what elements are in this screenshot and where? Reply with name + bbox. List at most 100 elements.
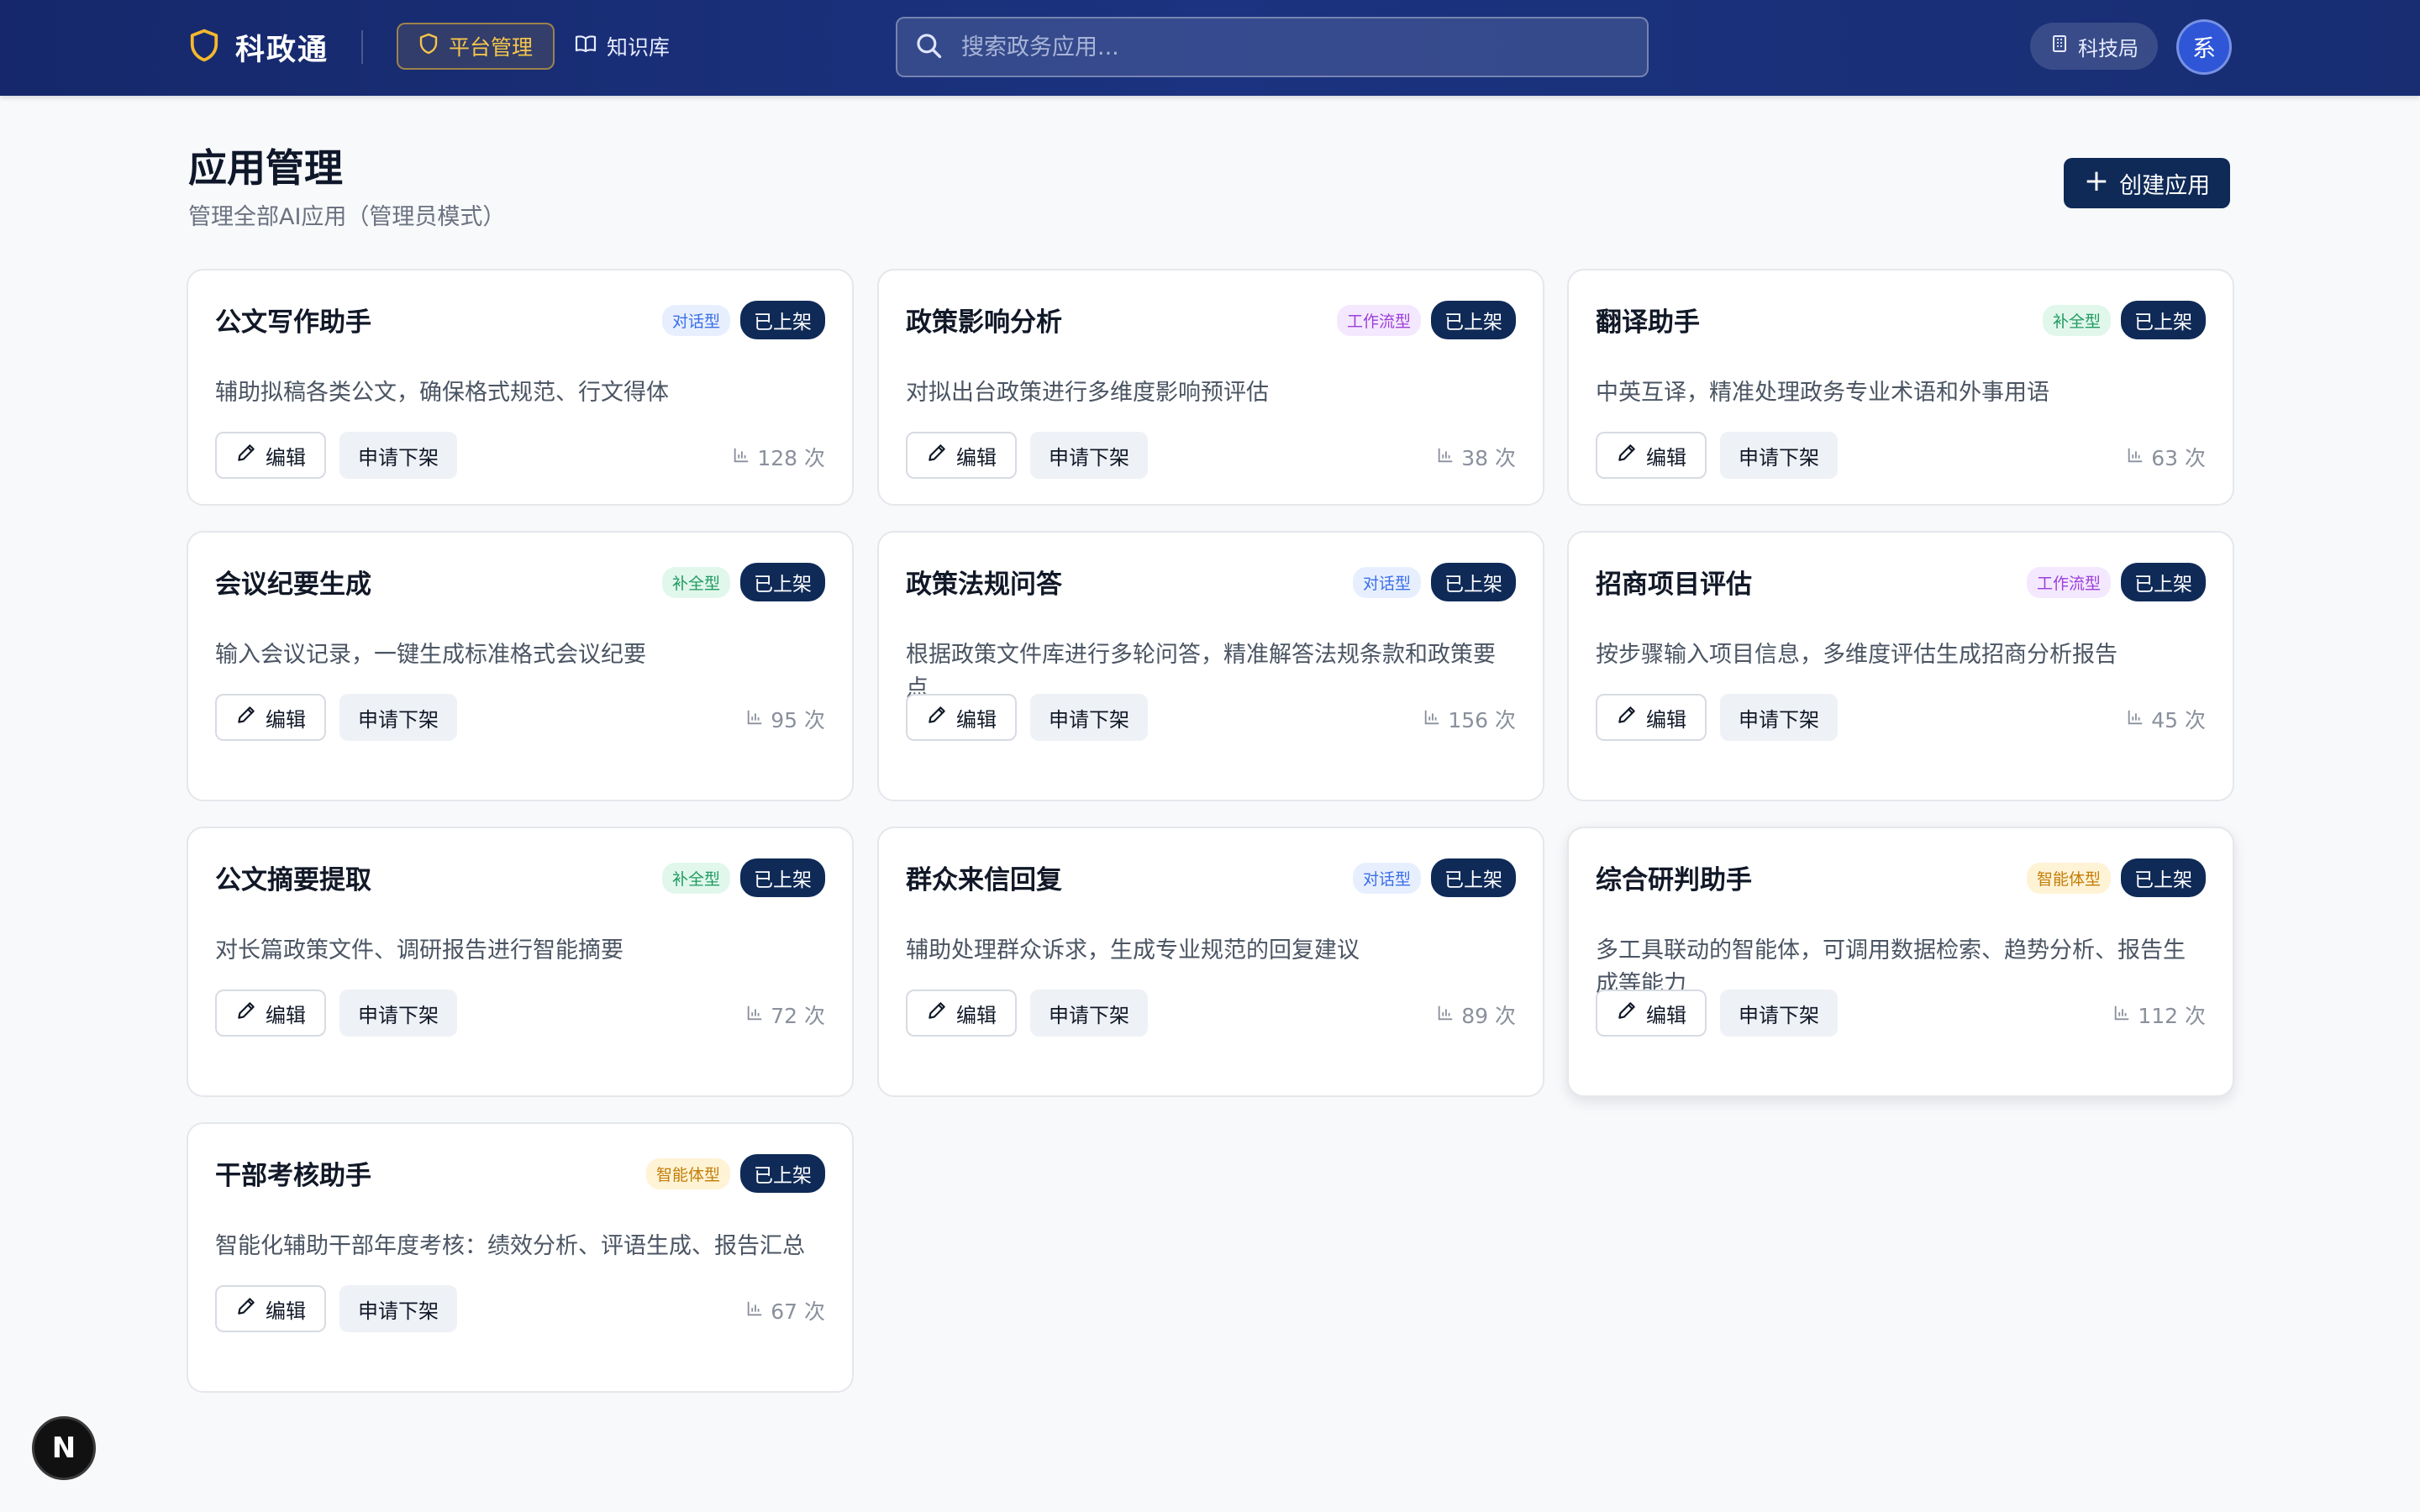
app-title: 干部考核助手 xyxy=(215,1161,371,1191)
usage-value: 95 次 xyxy=(771,708,825,732)
delist-label: 申请下架 xyxy=(1739,445,1819,470)
usage-count: 67 次 xyxy=(745,1295,825,1326)
status-badge: 已上架 xyxy=(1431,858,1516,897)
usage-value: 45 次 xyxy=(2151,708,2206,732)
bar-chart-icon xyxy=(2112,1003,2131,1027)
brand-logo[interactable]: 科政通 xyxy=(188,25,329,69)
bar-chart-icon xyxy=(2126,445,2144,470)
edit-button[interactable]: 编辑 xyxy=(906,694,1017,741)
card-actions: 编辑 申请下架 xyxy=(906,694,1148,741)
status-badge: 已上架 xyxy=(740,563,825,601)
edit-label: 编辑 xyxy=(956,707,997,732)
pencil-icon xyxy=(235,1000,257,1026)
edit-button[interactable]: 编辑 xyxy=(906,432,1017,479)
create-app-button[interactable]: + 创建应用 xyxy=(2064,158,2230,208)
request-delist-button[interactable]: 申请下架 xyxy=(1030,432,1148,479)
bar-chart-icon xyxy=(745,1003,764,1027)
type-badge: 智能体型 xyxy=(2026,862,2111,894)
edit-button[interactable]: 编辑 xyxy=(1596,990,1707,1037)
usage-value: 128 次 xyxy=(757,446,825,470)
search-input[interactable] xyxy=(961,34,1617,60)
type-badge: 补全型 xyxy=(2042,304,2111,336)
app-description: 辅助处理群众诉求，生成专业规范的回复建议 xyxy=(906,937,1360,963)
bar-chart-icon xyxy=(732,445,750,470)
pencil-icon xyxy=(1616,1000,1638,1026)
edit-button[interactable]: 编辑 xyxy=(906,990,1017,1037)
app-card[interactable]: 招商项目评估 工作流型 已上架 按步骤输入项目信息，多维度评估生成招商分析报告 编辑 申请… xyxy=(1567,531,2234,801)
edit-button[interactable]: 编辑 xyxy=(215,694,326,741)
pencil-icon xyxy=(926,442,948,469)
app-title: 综合研判助手 xyxy=(1596,865,1752,895)
pencil-icon xyxy=(235,442,257,469)
request-delist-button[interactable]: 申请下架 xyxy=(339,694,457,741)
bar-chart-icon xyxy=(745,1299,764,1323)
status-badge: 已上架 xyxy=(2121,563,2206,601)
app-card[interactable]: 公文摘要提取 补全型 已上架 对长篇政策文件、调研报告进行智能摘要 编辑 申请下架 72 次 xyxy=(187,827,854,1097)
delist-label: 申请下架 xyxy=(358,445,439,470)
app-title: 招商项目评估 xyxy=(1596,570,1752,600)
badge-group: 对话型 已上架 xyxy=(1352,563,1516,601)
request-delist-button[interactable]: 申请下架 xyxy=(339,432,457,479)
avatar[interactable]: 系 xyxy=(2176,19,2232,75)
edit-label: 编辑 xyxy=(956,1003,997,1027)
delist-label: 申请下架 xyxy=(358,1299,439,1323)
type-badge: 工作流型 xyxy=(2026,566,2111,598)
delist-label: 申请下架 xyxy=(1739,707,1819,732)
type-badge: 对话型 xyxy=(661,304,730,336)
type-badge: 对话型 xyxy=(1352,862,1421,894)
card-actions: 编辑 申请下架 xyxy=(1596,694,1838,741)
app-title: 群众来信回复 xyxy=(906,865,1062,895)
app-title: 会议纪要生成 xyxy=(215,570,371,600)
app-card[interactable]: 政策影响分析 工作流型 已上架 对拟出台政策进行多维度影响预评估 编辑 申请下架 38 次 xyxy=(877,269,1544,506)
card-actions: 编辑 申请下架 xyxy=(1596,432,1838,479)
status-badge: 已上架 xyxy=(2121,858,2206,897)
status-badge: 已上架 xyxy=(1431,301,1516,339)
edit-button[interactable]: 编辑 xyxy=(215,1285,326,1332)
app-card[interactable]: 政策法规问答 对话型 已上架 根据政策文件库进行多轮问答，精准解答法规条款和政策要点编… xyxy=(877,531,1544,801)
org-switcher[interactable]: 科技局 xyxy=(2030,23,2158,70)
nav-knowledge-base[interactable]: 知识库 xyxy=(575,23,670,70)
edit-button[interactable]: 编辑 xyxy=(215,990,326,1037)
app-card[interactable]: 群众来信回复 对话型 已上架 辅助处理群众诉求，生成专业规范的回复建议 编辑 申请下架 89… xyxy=(877,827,1544,1097)
type-badge: 智能体型 xyxy=(645,1158,730,1189)
request-delist-button[interactable]: 申请下架 xyxy=(1720,990,1838,1037)
request-delist-button[interactable]: 申请下架 xyxy=(339,1285,457,1332)
edit-button[interactable]: 编辑 xyxy=(215,432,326,479)
nav-divider xyxy=(361,30,363,64)
building-icon xyxy=(2049,34,2070,59)
delist-label: 申请下架 xyxy=(358,1003,439,1027)
book-icon xyxy=(575,34,597,59)
app-card[interactable]: 综合研判助手 智能体型 已上架 多工具联动的智能体，可调用数据检索、趋势分析、报告生成… xyxy=(1567,827,2234,1097)
badge-group: 补全型 已上架 xyxy=(2042,301,2206,339)
request-delist-button[interactable]: 申请下架 xyxy=(339,990,457,1037)
badge-group: 对话型 已上架 xyxy=(661,301,825,339)
usage-count: 112 次 xyxy=(2112,1000,2206,1030)
badge-group: 智能体型 已上架 xyxy=(2026,858,2206,897)
usage-value: 112 次 xyxy=(2138,1004,2206,1028)
request-delist-button[interactable]: 申请下架 xyxy=(1030,990,1148,1037)
request-delist-button[interactable]: 申请下架 xyxy=(1720,432,1838,479)
nav-label: 知识库 xyxy=(607,35,671,60)
card-actions: 编辑 申请下架 xyxy=(215,694,457,741)
app-card[interactable]: 翻译助手 补全型 已上架 中英互译，精准处理政务专业术语和外事用语 编辑 申请下架 63 次 xyxy=(1567,269,2234,506)
nav-platform-management[interactable]: 平台管理 xyxy=(397,23,555,70)
edit-button[interactable]: 编辑 xyxy=(1596,694,1707,741)
request-delist-button[interactable]: 申请下架 xyxy=(1720,694,1838,741)
plus-icon: + xyxy=(2083,164,2110,198)
shield-icon xyxy=(418,33,439,60)
usage-count: 128 次 xyxy=(732,442,825,472)
search-bar[interactable] xyxy=(896,17,1649,77)
app-description: 辅助拟稿各类公文，确保格式规范、行文得体 xyxy=(215,380,669,406)
edit-label: 编辑 xyxy=(1646,445,1686,470)
usage-value: 38 次 xyxy=(1461,446,1516,470)
edit-button[interactable]: 编辑 xyxy=(1596,432,1707,479)
request-delist-button[interactable]: 申请下架 xyxy=(1030,694,1148,741)
app-description: 输入会议记录，一键生成标准格式会议纪要 xyxy=(215,642,646,668)
usage-count: 72 次 xyxy=(745,1000,825,1030)
app-card[interactable]: 会议纪要生成 补全型 已上架 输入会议记录，一键生成标准格式会议纪要 编辑 申请下架 95 … xyxy=(187,531,854,801)
badge-group: 智能体型 已上架 xyxy=(645,1154,825,1193)
app-card[interactable]: 公文写作助手 对话型 已上架 辅助拟稿各类公文，确保格式规范、行文得体 编辑 申请下架 12… xyxy=(187,269,854,506)
badge-group: 工作流型 已上架 xyxy=(2026,563,2206,601)
dev-indicator-icon[interactable]: N xyxy=(32,1416,96,1480)
app-card[interactable]: 干部考核助手 智能体型 已上架 智能化辅助干部年度考核：绩效分析、评语生成、报告汇总编… xyxy=(187,1122,854,1393)
